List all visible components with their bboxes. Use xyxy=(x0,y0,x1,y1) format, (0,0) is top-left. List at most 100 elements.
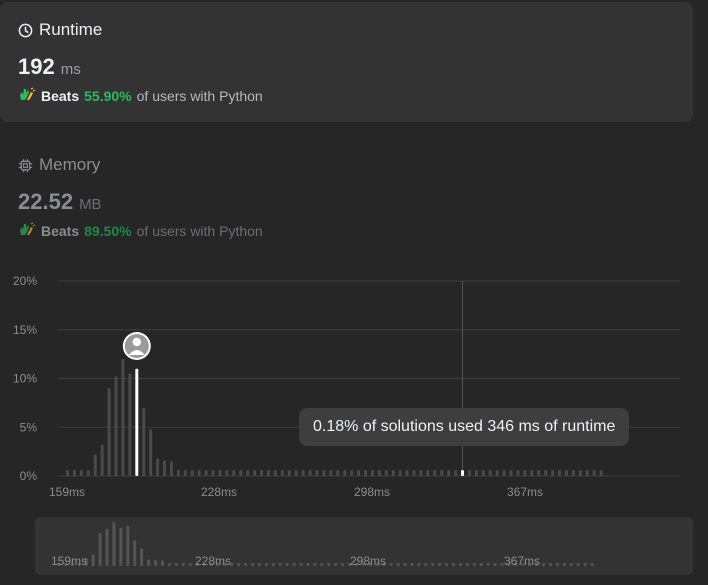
chart-bar[interactable] xyxy=(114,376,118,476)
chart-bar[interactable] xyxy=(363,470,367,476)
chart-bar[interactable] xyxy=(121,359,125,476)
chart-bar[interactable] xyxy=(592,470,596,476)
chart-bar[interactable] xyxy=(301,470,305,476)
chart-bar[interactable] xyxy=(447,470,451,476)
chart-bar[interactable] xyxy=(169,461,173,476)
chart-bar[interactable] xyxy=(523,470,527,476)
navigator-bar xyxy=(389,563,393,566)
navigator-bar xyxy=(403,563,407,566)
chart-bar[interactable] xyxy=(412,470,416,476)
chart-bar[interactable] xyxy=(128,373,132,476)
chart-bar[interactable] xyxy=(163,460,167,476)
chart-bar[interactable] xyxy=(495,470,499,476)
chart-bar[interactable] xyxy=(211,470,215,476)
chart-bar[interactable] xyxy=(454,470,458,476)
chart-bar[interactable] xyxy=(294,470,298,476)
navigator-bar xyxy=(188,563,192,566)
chart-bar[interactable] xyxy=(329,470,333,476)
navigator-bar xyxy=(91,554,95,566)
chart-bar[interactable] xyxy=(287,470,291,476)
chart-bar[interactable] xyxy=(315,470,319,476)
navigator-bar xyxy=(445,563,449,566)
chart-bar[interactable] xyxy=(551,470,555,476)
chart-bar[interactable] xyxy=(336,470,340,476)
chart-bar[interactable] xyxy=(308,470,312,476)
chart-bar[interactable] xyxy=(350,470,354,476)
navigator-bar xyxy=(583,563,587,566)
user-runtime-bar[interactable] xyxy=(135,368,139,476)
chart-bar[interactable] xyxy=(232,470,236,476)
chart-bar[interactable] xyxy=(190,470,194,476)
y-tick-label: 15% xyxy=(13,323,37,337)
chart-bar[interactable] xyxy=(343,470,347,476)
chart-bar[interactable] xyxy=(585,470,589,476)
chart-bar[interactable] xyxy=(322,470,326,476)
chart-bar[interactable] xyxy=(564,470,568,476)
chart-bar[interactable] xyxy=(142,407,146,476)
chart-bar[interactable] xyxy=(357,470,361,476)
chart-bar[interactable] xyxy=(571,470,575,476)
chart-bar[interactable] xyxy=(544,470,548,476)
chart-bar[interactable] xyxy=(260,470,264,476)
chart-bar[interactable] xyxy=(419,470,423,476)
chart-bar[interactable] xyxy=(156,458,160,476)
chart-bar[interactable] xyxy=(218,470,222,476)
chart-bar[interactable] xyxy=(370,470,374,476)
chart-bar[interactable] xyxy=(516,470,520,476)
chart-bar[interactable] xyxy=(253,470,257,476)
chart-bar[interactable] xyxy=(558,470,562,476)
chart-bar[interactable] xyxy=(481,470,485,476)
navigator-bar xyxy=(417,563,421,566)
chart-bar[interactable] xyxy=(467,470,471,476)
chart-bar[interactable] xyxy=(72,470,76,476)
chart-bar[interactable] xyxy=(488,470,492,476)
chart-bar[interactable] xyxy=(440,470,444,476)
chart-bar[interactable] xyxy=(79,470,83,476)
navigator-bar xyxy=(126,525,130,566)
chart-bar[interactable] xyxy=(509,470,513,476)
chart-bar[interactable] xyxy=(530,470,534,476)
chart-bar[interactable] xyxy=(391,470,395,476)
chart-bar[interactable] xyxy=(377,470,381,476)
navigator-tick-label: 228ms xyxy=(195,554,231,568)
chart-bar[interactable] xyxy=(280,470,284,476)
chart-bar[interactable] xyxy=(183,470,187,476)
chart-bar[interactable] xyxy=(176,470,180,476)
chart-bar[interactable] xyxy=(461,470,465,476)
chart-bar[interactable] xyxy=(578,470,582,476)
navigator-bar xyxy=(133,540,137,566)
chart-bar[interactable] xyxy=(86,470,90,476)
navigator-bar xyxy=(244,563,248,566)
chart-bar[interactable] xyxy=(239,470,243,476)
chart-bar[interactable] xyxy=(246,470,250,476)
navigator-bar xyxy=(320,563,324,566)
chart-bar[interactable] xyxy=(107,388,111,476)
navigator-bar xyxy=(306,563,310,566)
chart-bar[interactable] xyxy=(149,429,153,476)
navigator-bar xyxy=(271,563,275,566)
chart-bar[interactable] xyxy=(398,470,402,476)
navigator-bar xyxy=(542,563,546,566)
navigator-bar xyxy=(486,563,490,566)
chart-bar[interactable] xyxy=(273,470,277,476)
navigator-bar xyxy=(472,563,476,566)
chart-bar[interactable] xyxy=(474,470,478,476)
navigator-bar xyxy=(424,563,428,566)
navigator-bar xyxy=(112,522,116,566)
chart-bar[interactable] xyxy=(225,470,229,476)
runtime-distribution-chart[interactable]: 20% 15% 10% 5% 0% 159ms 228ms 298ms 367ms 159ms… xyxy=(0,0,708,585)
chart-bar[interactable] xyxy=(433,470,437,476)
chart-bar[interactable] xyxy=(204,470,208,476)
x-tick-label: 367ms xyxy=(507,485,543,499)
chart-bar[interactable] xyxy=(197,470,201,476)
chart-bar[interactable] xyxy=(599,470,603,476)
chart-bar[interactable] xyxy=(93,454,97,476)
chart-bar[interactable] xyxy=(66,470,69,476)
chart-bar[interactable] xyxy=(405,470,409,476)
chart-bar[interactable] xyxy=(537,470,541,476)
chart-bar[interactable] xyxy=(426,470,430,476)
chart-bar[interactable] xyxy=(502,470,506,476)
chart-bar[interactable] xyxy=(100,444,104,476)
chart-bar[interactable] xyxy=(266,470,270,476)
chart-bar[interactable] xyxy=(384,470,388,476)
